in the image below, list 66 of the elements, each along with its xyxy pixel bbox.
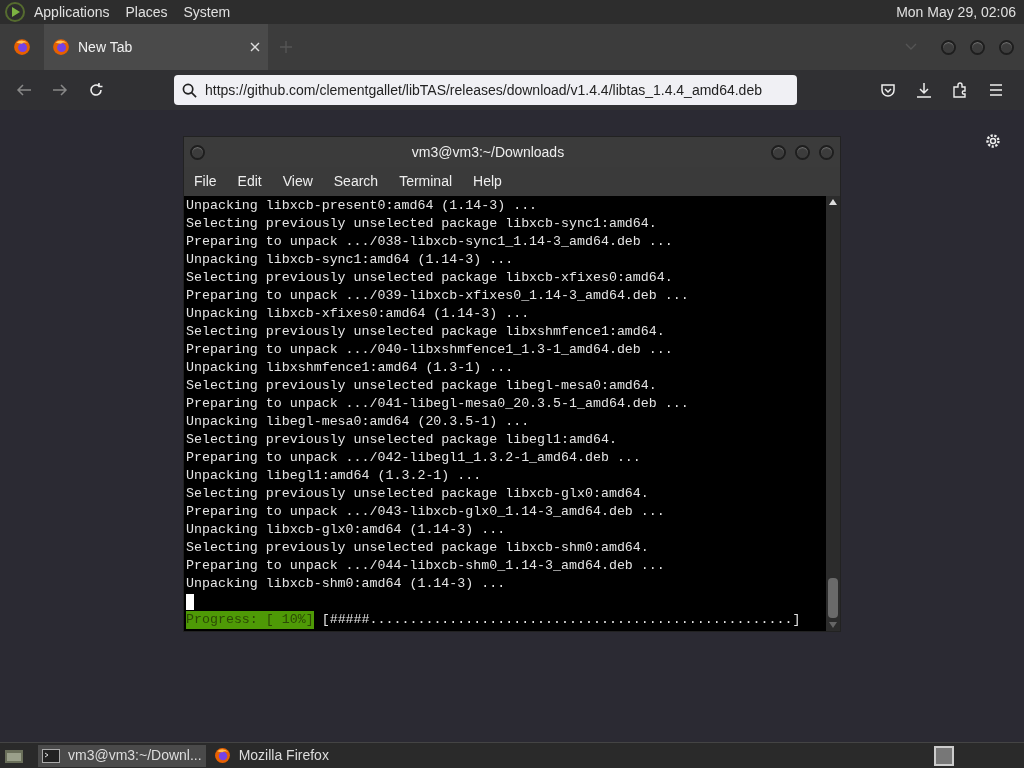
close-icon[interactable] xyxy=(250,42,260,52)
window-title: vm3@vm3:~/Downloads xyxy=(410,142,566,162)
terminal-line: Unpacking libegl1:amd64 (1.3.2-1) ... xyxy=(186,467,482,485)
workspace-switcher[interactable] xyxy=(934,745,954,766)
terminal-cursor xyxy=(186,594,194,610)
terminal-line: Selecting previously unselected package libxcb-xfixes0:amd64. xyxy=(186,269,673,287)
terminal-line: Unpacking libegl-mesa0:amd64 (20.3.5-1) ... xyxy=(186,413,530,431)
terminal-line: Selecting previously unselected package libegl-mesa0:amd64. xyxy=(186,377,657,395)
menu-item[interactable]: Help xyxy=(473,171,502,192)
terminal-line: Preparing to unpack .../044-libxcb-shm0_1.14-3_amd64.deb ... xyxy=(186,557,665,575)
window-control-button[interactable] xyxy=(190,144,205,160)
terminal-line: Preparing to unpack .../042-libegl1_1.3.2-1_amd64.deb ... xyxy=(186,449,641,467)
play-logo-icon xyxy=(4,1,26,23)
reload-icon[interactable] xyxy=(88,82,104,98)
menu-item[interactable]: Search xyxy=(333,171,379,192)
progress-bar-text: [#####.....................................................] xyxy=(321,611,801,629)
panel-menu[interactable]: Applications xyxy=(34,1,110,23)
terminal-line: Unpacking libxcb-sync1:amd64 (1.14-3) ... xyxy=(186,251,514,269)
terminal-line: Unpacking libxcb-shm0:amd64 (1.14-3) ... xyxy=(186,575,506,593)
scroll-down-icon[interactable] xyxy=(829,622,837,628)
window-control-button[interactable] xyxy=(819,144,834,160)
terminal-line: Preparing to unpack .../041-libegl-mesa0_20.3.5-1_amd64.deb ... xyxy=(186,395,689,413)
menu-item[interactable]: Terminal xyxy=(399,171,453,192)
menu-item[interactable]: Edit xyxy=(237,171,262,192)
taskbar-item[interactable]: Mozilla Firefox xyxy=(209,744,333,767)
pocket-icon[interactable] xyxy=(880,82,896,98)
window-control-button[interactable] xyxy=(941,39,956,55)
window-control-button[interactable] xyxy=(970,39,985,55)
firefox-icon xyxy=(13,38,31,56)
puzzle-icon[interactable] xyxy=(952,82,968,98)
progress-label: Progress: [ 10%] xyxy=(186,611,314,629)
window-control-button[interactable] xyxy=(999,39,1014,55)
firefox-icon xyxy=(52,38,70,56)
scrollbar-thumb[interactable] xyxy=(828,578,838,618)
terminal-line: Preparing to unpack .../039-libxcb-xfixes0_1.14-3_amd64.deb ... xyxy=(186,287,689,305)
browser-tab[interactable]: New Tab xyxy=(44,24,268,70)
menu-item[interactable]: View xyxy=(282,171,313,192)
terminal-line: Selecting previously unselected package libxcb-glx0:amd64. xyxy=(186,485,649,503)
scroll-up-icon[interactable] xyxy=(829,199,837,205)
menu-item[interactable]: File xyxy=(194,171,217,192)
terminal-line: Selecting previously unselected package libxcb-sync1:amd64. xyxy=(186,215,657,233)
taskbar-item[interactable]: vm3@vm3:~/Downl... xyxy=(38,744,206,767)
menu-icon[interactable] xyxy=(988,82,1004,98)
terminal-line: Selecting previously unselected package libxshmfence1:amd64. xyxy=(186,323,665,341)
terminal-line: Unpacking libxcb-present0:amd64 (1.14-3) ... xyxy=(186,197,538,215)
window-control-button[interactable] xyxy=(771,144,786,160)
clock[interactable]: Mon May 29, 02:06 xyxy=(896,1,1020,23)
firefox-icon xyxy=(213,747,231,764)
settings-icon[interactable] xyxy=(985,133,1001,149)
terminal-line: Preparing to unpack .../040-libxshmfence1_1.3-1_amd64.deb ... xyxy=(186,341,673,359)
url-field[interactable]: https://github.com/clementgallet/libTAS/releases/download/v1.4.4/libtas_1.4.4_amd64.deb xyxy=(174,75,797,105)
terminal-line: Selecting previously unselected package libxcb-shm0:amd64. xyxy=(186,539,649,557)
terminal-line: Unpacking libxcb-glx0:amd64 (1.14-3) ... xyxy=(186,521,506,539)
terminal-icon xyxy=(42,748,60,763)
back-arrow-icon[interactable] xyxy=(16,82,32,98)
terminal-line: Unpacking libxcb-xfixes0:amd64 (1.14-3) ... xyxy=(186,305,530,323)
search-icon xyxy=(182,82,197,98)
forward-arrow-icon[interactable] xyxy=(52,82,68,98)
terminal-line: Preparing to unpack .../043-libxcb-glx0_1.14-3_amd64.deb ... xyxy=(186,503,665,521)
terminal-line: Selecting previously unselected package libegl1:amd64. xyxy=(186,431,617,449)
window-control-button[interactable] xyxy=(795,144,810,160)
terminal-line: Unpacking libxshmfence1:amd64 (1.3-1) ... xyxy=(186,359,514,377)
terminal-line: Preparing to unpack .../038-libxcb-sync1_1.14-3_amd64.deb ... xyxy=(186,233,673,251)
download-icon[interactable] xyxy=(916,82,932,98)
panel-menu[interactable]: Places xyxy=(125,1,168,23)
panel-menu[interactable]: System xyxy=(183,1,231,23)
